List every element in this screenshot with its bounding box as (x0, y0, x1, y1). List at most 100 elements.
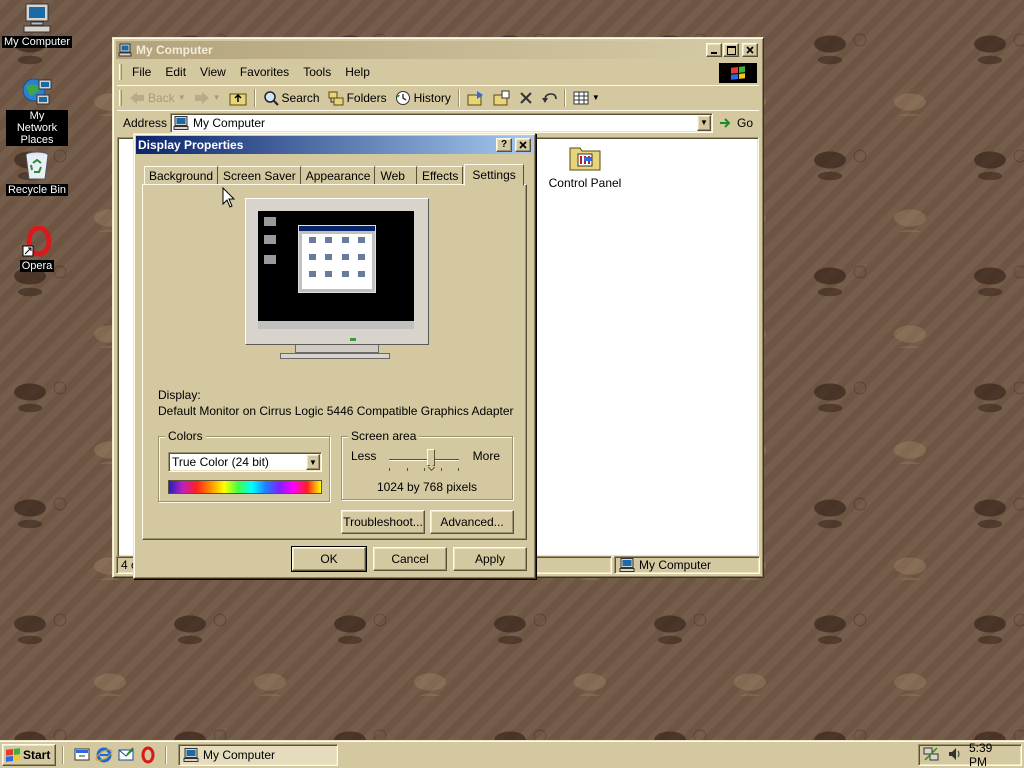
dropdown-arrow-icon[interactable]: ▼ (213, 93, 221, 102)
screen-area-slider-thumb[interactable] (427, 449, 435, 466)
start-button[interactable]: Start (2, 743, 56, 766)
close-button[interactable] (515, 138, 531, 152)
monitor-base (280, 353, 390, 359)
search-icon (263, 90, 279, 106)
menu-favorites[interactable]: Favorites (233, 63, 296, 81)
desktop-icon-opera[interactable]: Opera (0, 225, 74, 272)
slider-tick (389, 468, 390, 471)
forward-button[interactable]: ▼ (190, 87, 225, 109)
dropdown-arrow-icon[interactable]: ▼ (306, 454, 320, 470)
more-label: More (472, 449, 500, 463)
screen-area-group: Screen area Less More 1024 by 768 pixels (341, 429, 513, 500)
colors-group: Colors True Color (24 bit) ▼ (158, 429, 330, 502)
monitor-preview (245, 198, 429, 359)
tab-settings[interactable]: Settings (464, 164, 524, 186)
desktop-icon-recycle-bin[interactable]: Recycle Bin (0, 150, 74, 196)
menu-help[interactable]: Help (338, 63, 377, 81)
display-properties-dialog[interactable]: Display Properties ? Background Screen S… (133, 133, 536, 579)
network-status-icon[interactable] (923, 746, 941, 765)
toolbar-separator (253, 88, 256, 107)
help-button[interactable]: ? (496, 138, 512, 152)
go-button[interactable]: Go (713, 116, 759, 130)
back-button[interactable]: Back ▼ (125, 87, 190, 109)
advanced-button[interactable]: Advanced... (430, 510, 514, 534)
address-bar: Address My Computer ▼ Go (117, 110, 759, 134)
go-label: Go (736, 115, 753, 130)
delete-icon (520, 91, 532, 104)
monitor-neck (295, 345, 379, 353)
colors-selected-value: True Color (24 bit) (172, 455, 269, 469)
opera-icon[interactable] (139, 746, 157, 764)
history-label: History (413, 90, 451, 105)
folder-item-control-panel[interactable]: Control Panel (540, 142, 630, 190)
start-label: Start (23, 747, 51, 762)
address-dropdown-button[interactable]: ▼ (696, 114, 711, 131)
taskbar-separator (62, 745, 64, 764)
taskbar-separator (165, 745, 167, 764)
display-label: Display: (158, 388, 201, 402)
colors-select[interactable]: True Color (24 bit) ▼ (168, 452, 322, 472)
settings-panel: Display: Default Monitor on Cirrus Logic… (142, 184, 527, 540)
desktop-icon-my-computer[interactable]: My Computer (0, 2, 74, 48)
slider-tick (407, 468, 408, 471)
apply-button[interactable]: Apply (453, 547, 527, 571)
ok-button[interactable]: OK (291, 546, 367, 572)
views-icon (573, 91, 589, 104)
up-folder-icon (229, 93, 247, 105)
address-input[interactable]: My Computer ▼ (170, 112, 713, 133)
move-to-button[interactable] (463, 87, 489, 109)
tab-appearance[interactable]: Appearance (301, 166, 376, 185)
up-folder-button[interactable] (225, 87, 251, 109)
toolbar-grip[interactable] (119, 89, 122, 106)
taskbar-button-my-computer[interactable]: My Computer (178, 743, 338, 766)
move-to-icon (467, 90, 483, 105)
tab-web[interactable]: Web (376, 166, 417, 185)
minimize-button[interactable] (706, 43, 722, 57)
menu-grip[interactable] (119, 64, 122, 80)
copy-to-button[interactable] (489, 87, 515, 109)
dialog-titlebar[interactable]: Display Properties ? (136, 136, 533, 154)
menu-file[interactable]: File (125, 63, 158, 81)
volume-icon[interactable] (947, 746, 963, 765)
history-button[interactable]: History (391, 87, 455, 109)
outlook-express-icon[interactable] (117, 746, 135, 764)
menu-tools[interactable]: Tools (296, 63, 338, 81)
cancel-button[interactable]: Cancel (373, 547, 447, 571)
desktop-icon-label: Opera (19, 260, 55, 272)
tab-screen-saver[interactable]: Screen Saver (219, 166, 301, 185)
colors-group-title: Colors (165, 429, 206, 443)
tab-background[interactable]: Background (144, 166, 219, 185)
undo-button[interactable] (537, 87, 561, 109)
advanced-label: Advanced... (440, 515, 504, 529)
slider-tick (424, 468, 425, 471)
delete-button[interactable] (515, 87, 537, 109)
screen-area-slider-track[interactable] (389, 459, 459, 461)
internet-explorer-icon[interactable] (95, 746, 113, 764)
address-value: My Computer (193, 115, 266, 130)
dropdown-arrow-icon[interactable]: ▼ (592, 93, 600, 102)
maximize-button[interactable] (723, 43, 739, 57)
address-label: Address (123, 115, 168, 130)
preview-desktop-icon (264, 235, 276, 244)
explorer-titlebar[interactable]: My Computer (116, 41, 760, 59)
dialog-title: Display Properties (138, 138, 244, 152)
history-icon (395, 90, 410, 105)
dropdown-arrow-icon[interactable]: ▼ (178, 93, 186, 102)
tab-effects[interactable]: Effects (417, 166, 464, 185)
slider-tick (441, 468, 442, 471)
forward-arrow-icon (194, 91, 209, 104)
menu-edit[interactable]: Edit (158, 63, 193, 81)
desktop-icon-label: My Computer (1, 36, 73, 48)
desktop-icon-my-network-places[interactable]: My Network Places (0, 76, 74, 146)
slider-tick (458, 468, 459, 471)
folders-button[interactable]: Folders (324, 87, 391, 109)
troubleshoot-button[interactable]: Troubleshoot... (341, 510, 425, 534)
close-button[interactable] (742, 43, 758, 57)
toolbar-separator (457, 88, 460, 107)
windows-logo-icon (719, 63, 757, 83)
search-button[interactable]: Search (259, 87, 324, 109)
show-desktop-icon[interactable] (73, 746, 91, 764)
views-button[interactable]: ▼ (569, 87, 604, 109)
clock[interactable]: 5:39 PM (969, 741, 1017, 768)
menu-view[interactable]: View (193, 63, 233, 81)
